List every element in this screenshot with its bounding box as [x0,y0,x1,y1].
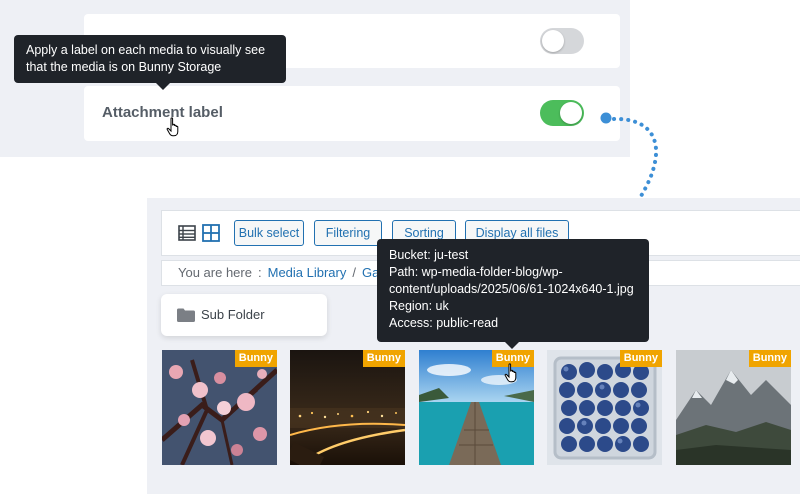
tooltip-line: that the media is on Bunny Storage [26,60,222,74]
screenshot-stage: Attachment label Apply a label on each m… [0,0,800,494]
bunny-badge: Bunny [619,350,662,367]
folder-icon [177,308,195,322]
hand-cursor-icon [166,117,179,137]
list-view-icon[interactable] [178,224,196,242]
filtering-button[interactable]: Filtering [314,220,382,246]
media-storage-tooltip: Bucket: ju-test Path: wp-media-folder-bl… [377,239,649,349]
hand-cursor-icon [504,363,517,383]
tooltip-path-line2: content/uploads/2025/06/61-1024x640-1.jp… [389,282,634,296]
toggle-knob [542,30,564,52]
bunny-badge: Bunny [748,350,791,367]
tooltip-arrow [156,83,170,90]
breadcrumb-slash: / [352,265,356,280]
sub-folder-card[interactable]: Sub Folder [161,294,327,336]
tooltip-line: Apply a label on each media to visually … [26,43,266,57]
setting-toggle-off[interactable] [540,28,584,54]
blueberries-image [547,350,662,465]
attachment-label-toggle[interactable] [540,100,584,126]
attachment-label-tooltip: Apply a label on each media to visually … [14,35,286,90]
sub-folder-label: Sub Folder [201,307,265,322]
media-thumbnail-cherry-blossom[interactable]: Bunny [162,350,277,465]
breadcrumb-prefix: You are here [178,265,252,280]
tooltip-region: Region: uk [389,299,449,313]
setting-row-attachment-label: Attachment label [84,86,620,141]
media-thumbnail-blueberries[interactable]: Bunny [547,350,662,465]
attachment-label-text: Attachment label [102,104,223,121]
media-thumbnail-night-city[interactable]: Bunny [290,350,405,465]
bulk-select-button[interactable]: Bulk select [234,220,304,246]
mountains-image [676,350,791,465]
media-thumbnail-mountains[interactable]: Bunny [676,350,791,465]
tooltip-arrow [505,342,519,349]
grid-view-icon[interactable] [202,224,220,242]
cherry-blossom-image [162,350,277,465]
bunny-badge: Bunny [234,350,277,367]
tooltip-path-line1: Path: wp-media-folder-blog/wp- [389,265,563,279]
tooltip-bucket: Bucket: ju-test [389,248,469,262]
toggle-knob [560,102,582,124]
bunny-badge: Bunny [362,350,405,367]
breadcrumb-media-library[interactable]: Media Library [268,265,347,280]
tooltip-access: Access: public-read [389,316,499,330]
breadcrumb-colon: : [257,265,262,280]
night-city-image [290,350,405,465]
